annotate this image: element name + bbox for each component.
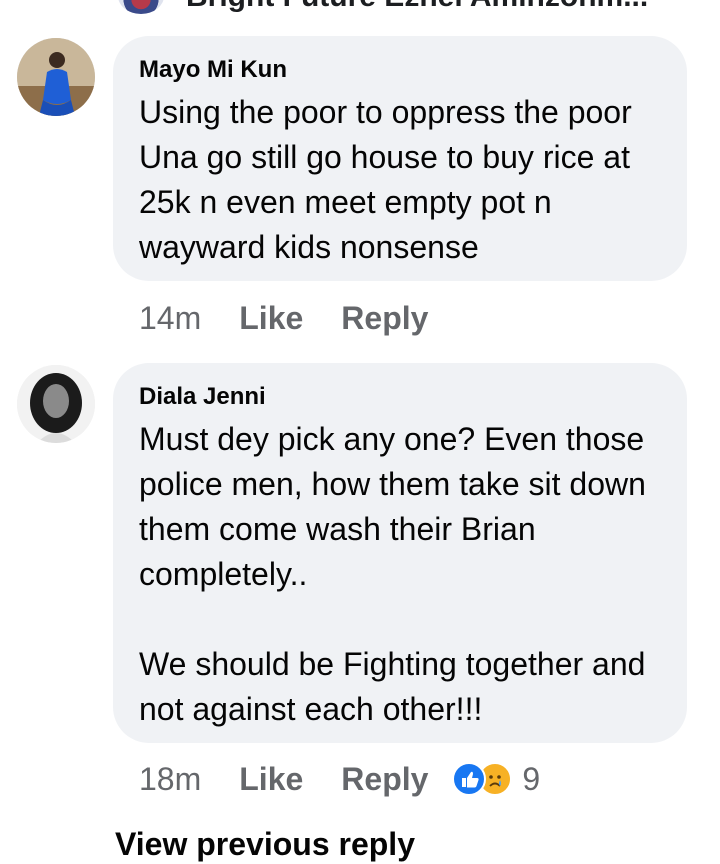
comment-line: them come wash their Brian [139, 511, 536, 547]
avatar-photo-icon [17, 38, 95, 116]
comment-line: We should be Fighting together and [139, 646, 646, 682]
reaction-count: 9 [522, 760, 541, 797]
comment-text: Must dey pick any one? Even those police… [139, 417, 661, 732]
comment-timestamp[interactable]: 14m [139, 300, 201, 337]
comment-line: police men, how them take sit down [139, 466, 646, 502]
avatar-photo-icon [17, 365, 95, 443]
reply-button[interactable]: Reply [341, 761, 428, 798]
like-icon [452, 762, 487, 796]
comment-line: Using the poor to oppress the poor [139, 94, 632, 130]
comment-author[interactable]: Diala Jenni [139, 383, 661, 411]
avatar[interactable] [118, 0, 164, 14]
previous-comment-clipped: Bright Future Ezhel Aminzonm... [0, 0, 720, 18]
comment-line: completely.. [139, 556, 308, 592]
comment-actions: 14m Like Reply [139, 298, 428, 338]
like-button[interactable]: Like [239, 300, 303, 337]
comment-line: wayward kids nonsense [139, 229, 479, 265]
comment-text: Using the poor to oppress the poor Una g… [139, 90, 661, 270]
comment-line: 25k n even meet empty pot n [139, 184, 552, 220]
comment-author[interactable]: Bright Future Ezhel Aminzonm... [186, 0, 648, 14]
avatar[interactable] [17, 365, 95, 443]
comments-thread: Bright Future Ezhel Aminzonm... Mayo Mi … [0, 0, 720, 864]
view-previous-reply-link[interactable]: View previous reply [115, 826, 415, 863]
like-button[interactable]: Like [239, 761, 303, 798]
comment-line [139, 597, 661, 642]
comment-line: not against each other!!! [139, 691, 483, 727]
comment-bubble[interactable]: Diala Jenni Must dey pick any one? Even … [113, 363, 687, 743]
comment-timestamp[interactable]: 18m [139, 761, 201, 798]
comment-actions: 18m Like Reply 9 [139, 759, 540, 799]
reply-button[interactable]: Reply [341, 300, 428, 337]
comment-author[interactable]: Mayo Mi Kun [139, 56, 661, 84]
comment-bubble[interactable]: Mayo Mi Kun Using the poor to oppress th… [113, 36, 687, 281]
avatar[interactable] [17, 38, 95, 116]
reactions-summary[interactable]: 9 [452, 761, 540, 798]
comment-line: Una go still go house to buy rice at [139, 139, 630, 175]
comment-line: Must dey pick any one? Even those [139, 421, 645, 457]
